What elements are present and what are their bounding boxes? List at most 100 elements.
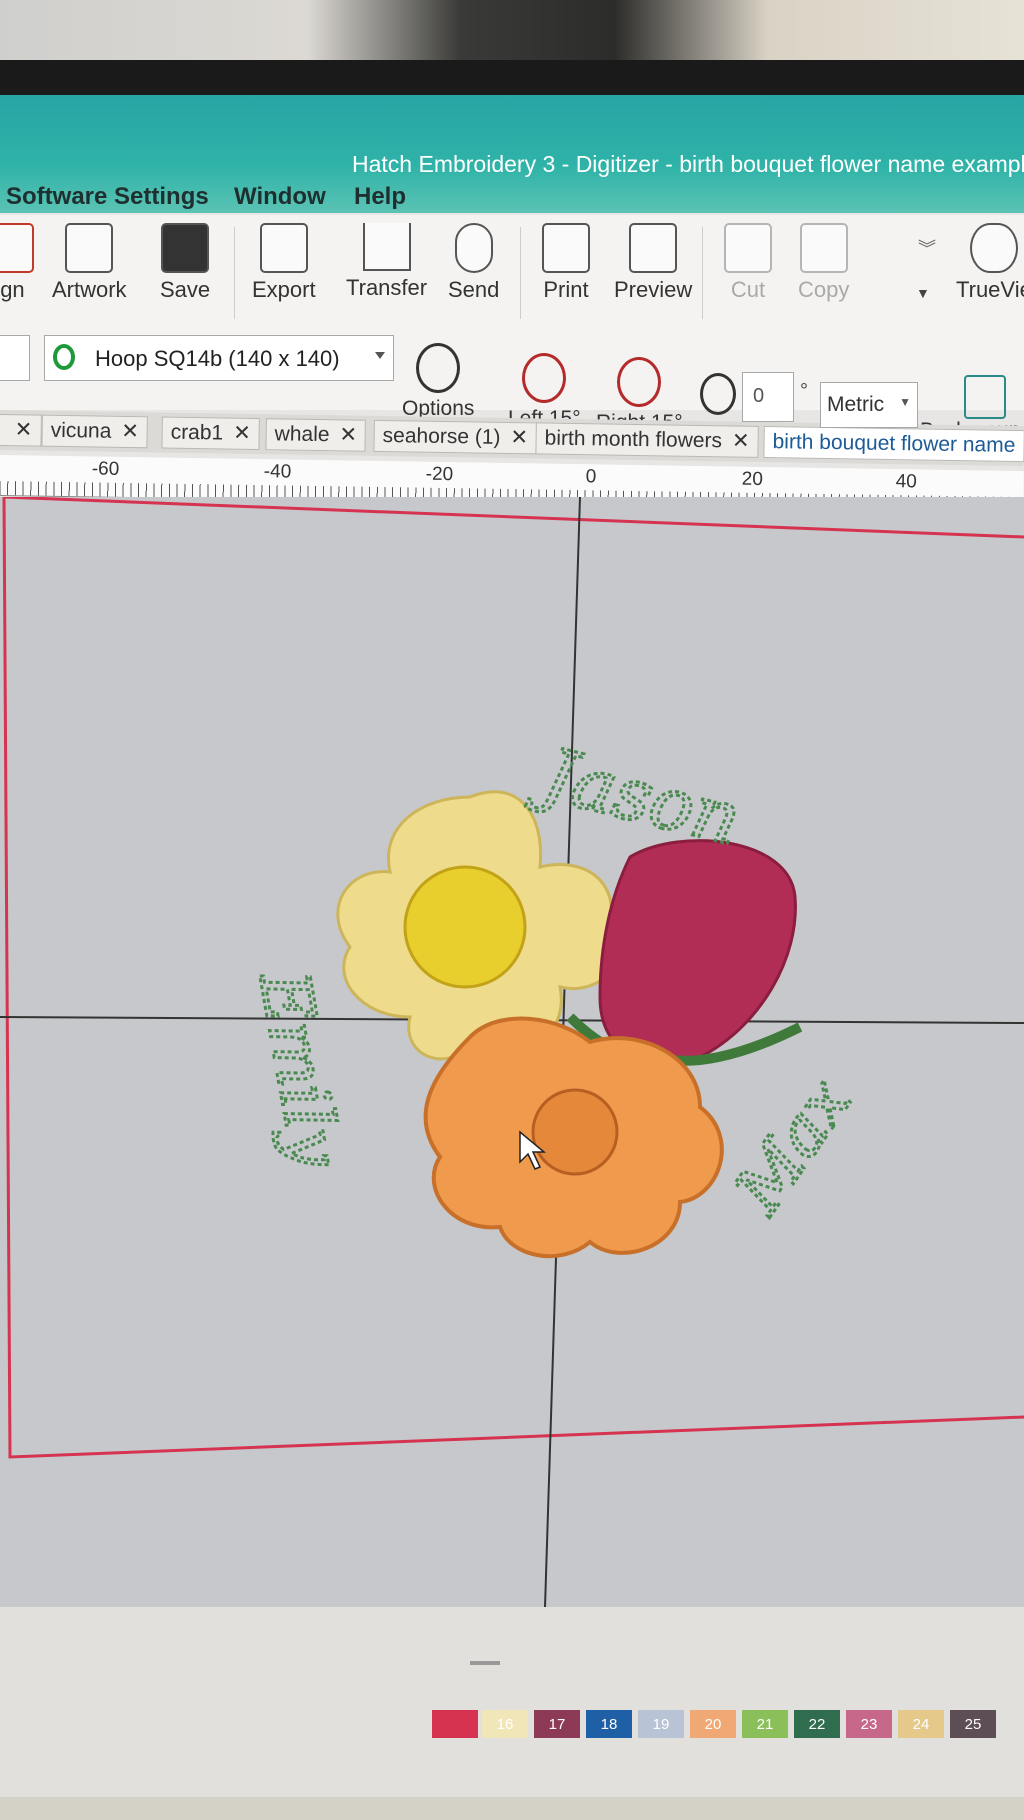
tab-label: whale	[274, 422, 330, 447]
swatch-number: 24	[912, 1716, 930, 1733]
close-icon[interactable]: ✕	[233, 422, 251, 445]
main-toolbar: ign Artwork Save Export Transfer Send Pr…	[0, 215, 1024, 336]
close-icon[interactable]: ✕	[732, 430, 750, 453]
send-label: Send	[448, 277, 500, 302]
close-icon[interactable]: ✕	[339, 423, 357, 446]
send-button[interactable]: Send	[448, 223, 499, 303]
swatch-number: 23	[860, 1716, 878, 1733]
tab-birth-month-flowers[interactable]: birth month flowers ✕	[535, 422, 759, 458]
artwork-icon	[65, 223, 114, 273]
scroll-handle[interactable]	[470, 1661, 500, 1665]
cut-button[interactable]: Cut	[724, 223, 772, 303]
export-icon	[259, 223, 308, 273]
app-window: Hatch Embroidery 3 - Digitizer - birth b…	[0, 95, 1024, 1797]
tab-birth-bouquet-flower-name[interactable]: birth bouquet flower name	[763, 425, 1024, 463]
export-button[interactable]: Export	[252, 223, 316, 303]
copy-button[interactable]: Copy	[798, 223, 849, 303]
color-swatch[interactable]: 17	[534, 1710, 580, 1738]
design-button[interactable]: ign	[0, 223, 34, 303]
lower-panel	[0, 1607, 1024, 1797]
close-icon: ✕	[14, 418, 33, 442]
left-dropdown[interactable]	[0, 335, 30, 381]
window-title: Hatch Embroidery 3 - Digitizer - birth b…	[352, 151, 1024, 177]
preview-button[interactable]: Preview	[614, 223, 692, 303]
name-jason: Jason	[523, 729, 749, 862]
send-icon	[454, 223, 493, 273]
design-label: ign	[0, 277, 25, 302]
color-swatch[interactable]: 25	[950, 1710, 996, 1738]
color-swatch[interactable]: 22	[794, 1710, 840, 1738]
color-swatch[interactable]: 16	[482, 1710, 528, 1738]
tab-label: crab1	[170, 420, 224, 445]
transfer-button[interactable]: Transfer	[346, 223, 427, 301]
tab-label: birth month flowers	[544, 426, 723, 453]
close-icon[interactable]: ✕	[510, 426, 528, 449]
export-label: Export	[252, 277, 316, 302]
copy-label: Copy	[798, 277, 850, 302]
print-icon	[542, 223, 590, 273]
swatch-number: 19	[652, 1716, 670, 1733]
swatch-number: 17	[548, 1716, 566, 1733]
ruler-label: 20	[741, 468, 764, 490]
trueview-label: TrueVie	[956, 277, 1024, 302]
close-icon[interactable]: ✕	[121, 420, 139, 443]
trueview-button[interactable]: TrueVie	[956, 223, 1024, 303]
copy-icon	[799, 223, 848, 273]
cut-label: Cut	[730, 277, 766, 302]
design-canvas[interactable]: Jason Emily Max	[0, 497, 1024, 1607]
chevron-down-icon: ▼	[899, 395, 911, 409]
save-icon	[161, 223, 210, 273]
color-swatch[interactable]: 21	[742, 1710, 788, 1738]
menu-software-settings[interactable]: Software Settings	[6, 183, 209, 211]
swatch-number: 25	[964, 1716, 982, 1733]
print-button[interactable]: Print	[542, 223, 590, 303]
swatch-number: 16	[496, 1716, 514, 1733]
color-swatch[interactable]: 23	[846, 1710, 892, 1738]
toolbar-separator	[234, 227, 235, 319]
tab-seahorse[interactable]: seahorse (1) ✕	[373, 419, 538, 455]
transfer-icon	[362, 223, 411, 271]
embroidery-design[interactable]: Jason Emily Max	[0, 497, 1024, 1607]
tab-close-x[interactable]: ✕	[0, 413, 42, 447]
tab-whale[interactable]: whale ✕	[265, 418, 367, 452]
swatch-number: 22	[808, 1716, 826, 1733]
rotate-angle-icon[interactable]	[700, 373, 736, 415]
color-swatch[interactable]: 19	[638, 1710, 684, 1738]
swatch-number: 20	[704, 1716, 722, 1733]
hoop-icon	[53, 344, 75, 370]
preview-icon	[629, 223, 678, 273]
menu-help[interactable]: Help	[354, 183, 406, 211]
toolbar-dropdown-arrow-icon[interactable]: ▼	[916, 285, 930, 301]
menu-window[interactable]: Window	[234, 183, 326, 211]
hoop-select[interactable]: Hoop SQ14b (140 x 140)	[44, 335, 394, 381]
artwork-button[interactable]: Artwork	[52, 223, 127, 303]
ruler-label: -40	[263, 461, 292, 483]
ruler-label: 40	[895, 471, 917, 493]
rotate-right-icon	[617, 357, 662, 407]
background-icon	[964, 375, 1006, 419]
tab-crab1[interactable]: crab1 ✕	[161, 416, 261, 451]
color-swatch[interactable]: 24	[898, 1710, 944, 1738]
rotate-left-icon	[522, 353, 567, 403]
save-button[interactable]: Save	[160, 223, 210, 303]
name-emily: Emily	[243, 964, 355, 1174]
units-value: Metric	[827, 393, 885, 416]
hoop-value: Hoop SQ14b (140 x 140)	[95, 346, 340, 371]
tab-vicuna[interactable]: vicuna ✕	[41, 414, 149, 449]
color-swatch[interactable]	[432, 1710, 478, 1738]
ruler-label: -20	[425, 463, 454, 486]
save-label: Save	[160, 277, 211, 302]
tab-label: vicuna	[50, 418, 112, 443]
options-icon	[416, 343, 461, 393]
angle-field[interactable]: 0	[742, 372, 794, 422]
artwork-label: Artwork	[52, 277, 127, 302]
hoop-options-button[interactable]: Options	[402, 343, 474, 421]
units-select[interactable]: Metric ▼	[820, 382, 918, 428]
preview-label: Preview	[614, 277, 693, 302]
toolbar-overflow-chevron-icon[interactable]: ︾	[918, 235, 936, 261]
color-swatch[interactable]: 18	[586, 1710, 632, 1738]
cut-icon	[724, 223, 772, 273]
tab-label: birth bouquet flower name	[772, 430, 1016, 457]
color-swatch[interactable]: 20	[690, 1710, 736, 1738]
chevron-down-icon	[375, 352, 385, 359]
